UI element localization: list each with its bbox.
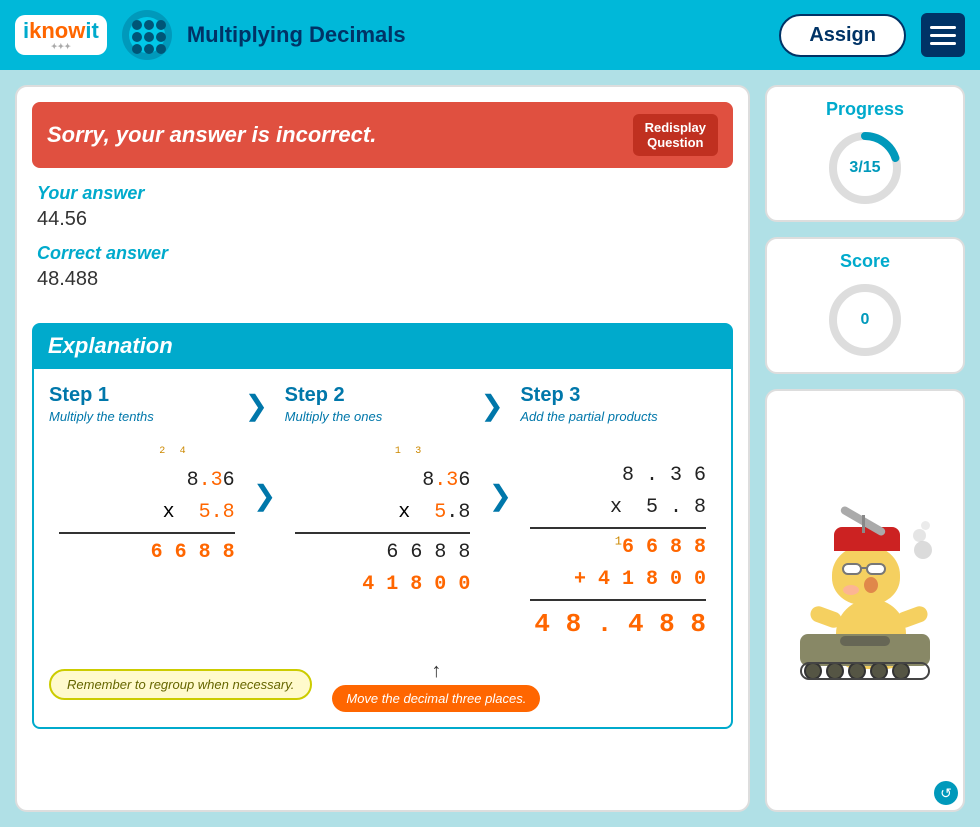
redisplay-button[interactable]: RedisplayQuestion [633, 114, 718, 156]
decimal-note: Move the decimal three places. [332, 685, 540, 712]
correct-answer-value: 48.488 [37, 268, 728, 291]
incorrect-message: Sorry, your answer is incorrect. [47, 122, 376, 148]
arrow-2: ❯ [480, 384, 520, 422]
header: iknowit ✦✦✦ Multiplying Decimals Assign [0, 0, 980, 70]
steps-row: Step 1 Multiply the tenths ❯ Step 2 Mult… [49, 384, 716, 424]
arrow-1: ❯ [245, 384, 285, 422]
step-3-label: Step 3 [520, 384, 716, 407]
character-card: ↺ [765, 389, 965, 812]
math-arrow-1: ❯ [245, 439, 285, 512]
progress-card: Progress 3/15 [765, 85, 965, 222]
progress-value: 3/15 [849, 159, 880, 177]
assign-button[interactable]: Assign [779, 14, 906, 57]
step-2-label: Step 2 [285, 384, 481, 407]
score-ring: 0 [825, 280, 905, 360]
step-1: Step 1 Multiply the tenths [49, 384, 245, 424]
math-arrow-2: ❯ [480, 439, 520, 512]
math-problem-2: 1 3 8.36 x 5.8 6 6 8 [285, 439, 481, 606]
hamburger-menu[interactable] [921, 13, 965, 57]
step-2: Step 2 Multiply the ones [285, 384, 481, 424]
progress-title: Progress [826, 99, 904, 120]
arrow-up: ↑ [332, 661, 540, 681]
your-answer-label: Your answer [37, 183, 728, 204]
score-card: Score 0 [765, 237, 965, 374]
progress-ring: 3/15 [825, 128, 905, 208]
score-title: Score [840, 251, 890, 272]
your-answer-section: Your answer 44.56 Correct answer 48.488 [17, 183, 748, 313]
reminder-box: Remember to regroup when necessary. [49, 669, 312, 700]
explanation-title: Explanation [48, 333, 717, 359]
step-3-desc: Add the partial products [520, 409, 716, 424]
your-answer-value: 44.56 [37, 208, 728, 231]
math-problem-1: 2 4 8.36 x 5.8 6 6 8 [49, 439, 245, 574]
math-problem-3: 8 . 3 6 x 5 . 8 16 6 8 8 + [520, 439, 716, 651]
step-1-desc: Multiply the tenths [49, 409, 245, 424]
explanation-header: Explanation [32, 323, 733, 369]
logo: iknowit ✦✦✦ [15, 15, 107, 56]
step-1-label: Step 1 [49, 384, 245, 407]
correct-answer-label: Correct answer [37, 243, 728, 264]
page-title: Multiplying Decimals [187, 22, 765, 48]
main-content: Sorry, your answer is incorrect. Redispl… [0, 70, 980, 827]
left-panel: Sorry, your answer is incorrect. Redispl… [15, 85, 750, 812]
bottom-notes: Remember to regroup when necessary. ↑ Mo… [49, 661, 716, 712]
character-illustration [790, 513, 940, 688]
step-2-desc: Multiply the ones [285, 409, 481, 424]
back-arrow[interactable]: ↺ [934, 781, 958, 805]
film-icon [122, 10, 172, 60]
score-value: 0 [861, 311, 870, 329]
right-panel: Progress 3/15 Score 0 [765, 85, 965, 812]
step-3: Step 3 Add the partial products [520, 384, 716, 424]
math-problems: 2 4 8.36 x 5.8 6 6 8 [49, 439, 716, 651]
explanation-body: Step 1 Multiply the tenths ❯ Step 2 Mult… [32, 369, 733, 729]
incorrect-banner: Sorry, your answer is incorrect. Redispl… [32, 102, 733, 168]
